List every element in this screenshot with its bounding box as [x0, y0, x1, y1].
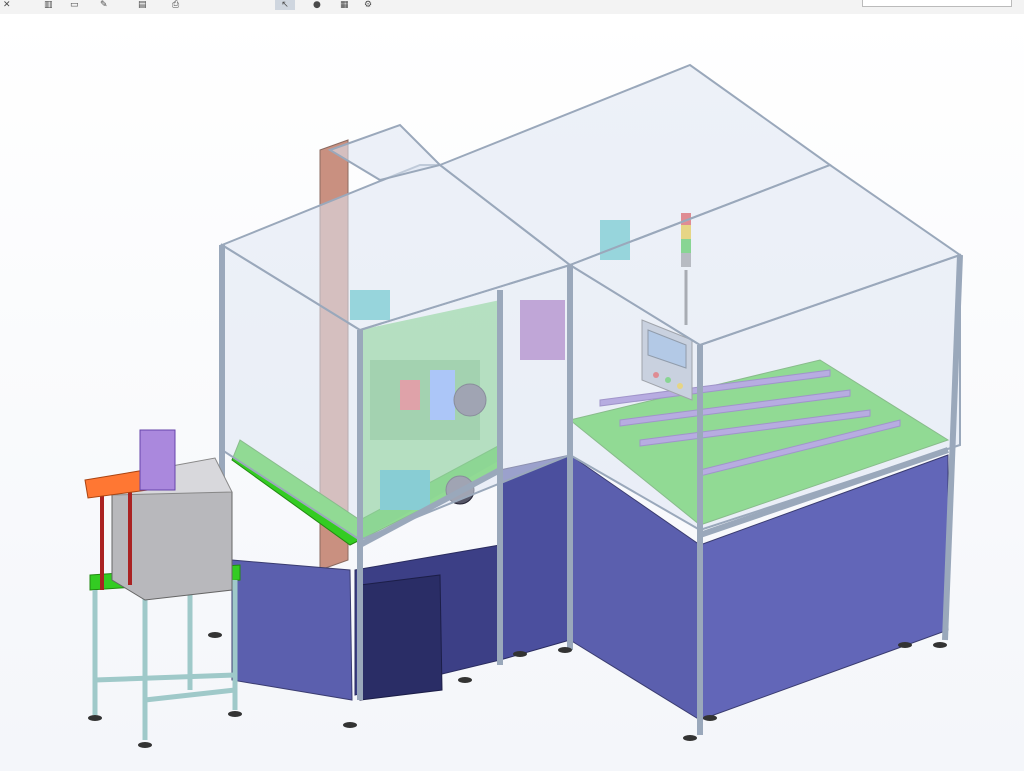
title-bar: ✕ ▥ ▭ ✎ ▤ ⎙ ↖ ● ▦ ⚙ [0, 0, 1024, 15]
document-title [495, 0, 775, 11]
search-commands-input[interactable] [862, 0, 1012, 7]
options-icon[interactable]: ▦ [340, 0, 349, 10]
save-icon[interactable]: ▤ [138, 0, 147, 10]
grid-icon[interactable]: ▥ [44, 0, 53, 10]
select-arrow-icon[interactable]: ↖ [275, 0, 295, 10]
open-cabinet-door[interactable] [359, 574, 443, 701]
graphics-area[interactable] [0, 14, 1024, 771]
close-x-icon[interactable]: ✕ [3, 0, 11, 10]
center-cabinet [499, 454, 571, 661]
rebuild-icon[interactable]: ● [313, 0, 321, 10]
left-cabinet-front [231, 559, 353, 701]
doc-icon[interactable]: ▭ [70, 0, 79, 10]
settings-gear-icon[interactable]: ⚙ [364, 0, 372, 10]
edit-icon[interactable]: ✎ [100, 0, 108, 10]
print-icon[interactable]: ⎙ [172, 0, 179, 10]
